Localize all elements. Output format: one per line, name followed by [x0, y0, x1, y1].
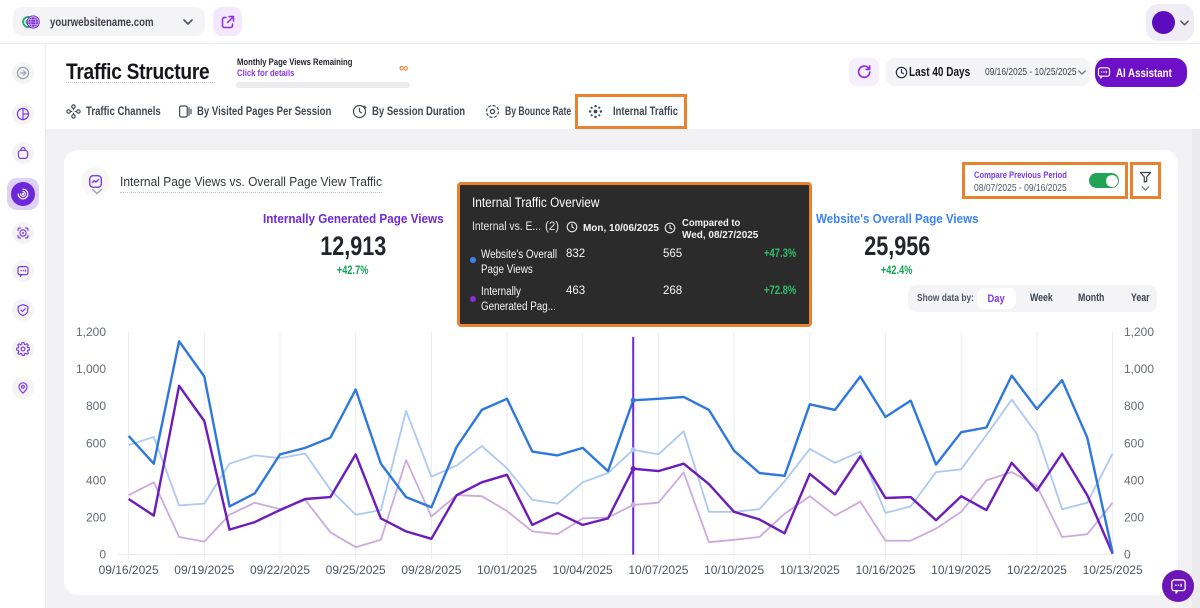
svg-text:400: 400: [86, 473, 106, 487]
svg-text:800: 800: [1124, 399, 1144, 413]
svg-text:200: 200: [86, 511, 106, 525]
svg-text:10/19/2025: 10/19/2025: [931, 563, 991, 577]
svg-text:800: 800: [86, 399, 106, 413]
svg-text:10/13/2025: 10/13/2025: [780, 563, 840, 577]
svg-text:0: 0: [1124, 548, 1131, 562]
svg-text:1,200: 1,200: [76, 325, 106, 339]
svg-text:10/22/2025: 10/22/2025: [1007, 563, 1067, 577]
svg-text:200: 200: [1124, 511, 1144, 525]
svg-text:09/28/2025: 09/28/2025: [401, 563, 461, 577]
svg-text:10/07/2025: 10/07/2025: [628, 563, 688, 577]
svg-text:09/19/2025: 09/19/2025: [174, 563, 234, 577]
svg-text:09/16/2025: 09/16/2025: [99, 563, 159, 577]
svg-text:10/16/2025: 10/16/2025: [855, 563, 915, 577]
svg-text:600: 600: [1124, 436, 1144, 450]
svg-text:09/22/2025: 09/22/2025: [250, 563, 310, 577]
svg-text:10/10/2025: 10/10/2025: [704, 563, 764, 577]
svg-text:1,200: 1,200: [1124, 325, 1154, 339]
svg-text:1,000: 1,000: [76, 362, 106, 376]
svg-text:10/04/2025: 10/04/2025: [553, 563, 613, 577]
svg-text:09/25/2025: 09/25/2025: [326, 563, 386, 577]
svg-text:10/25/2025: 10/25/2025: [1083, 563, 1143, 577]
svg-text:600: 600: [86, 436, 106, 450]
svg-text:400: 400: [1124, 473, 1144, 487]
svg-text:0: 0: [99, 548, 106, 562]
svg-text:10/01/2025: 10/01/2025: [477, 563, 537, 577]
svg-text:1,000: 1,000: [1124, 362, 1154, 376]
